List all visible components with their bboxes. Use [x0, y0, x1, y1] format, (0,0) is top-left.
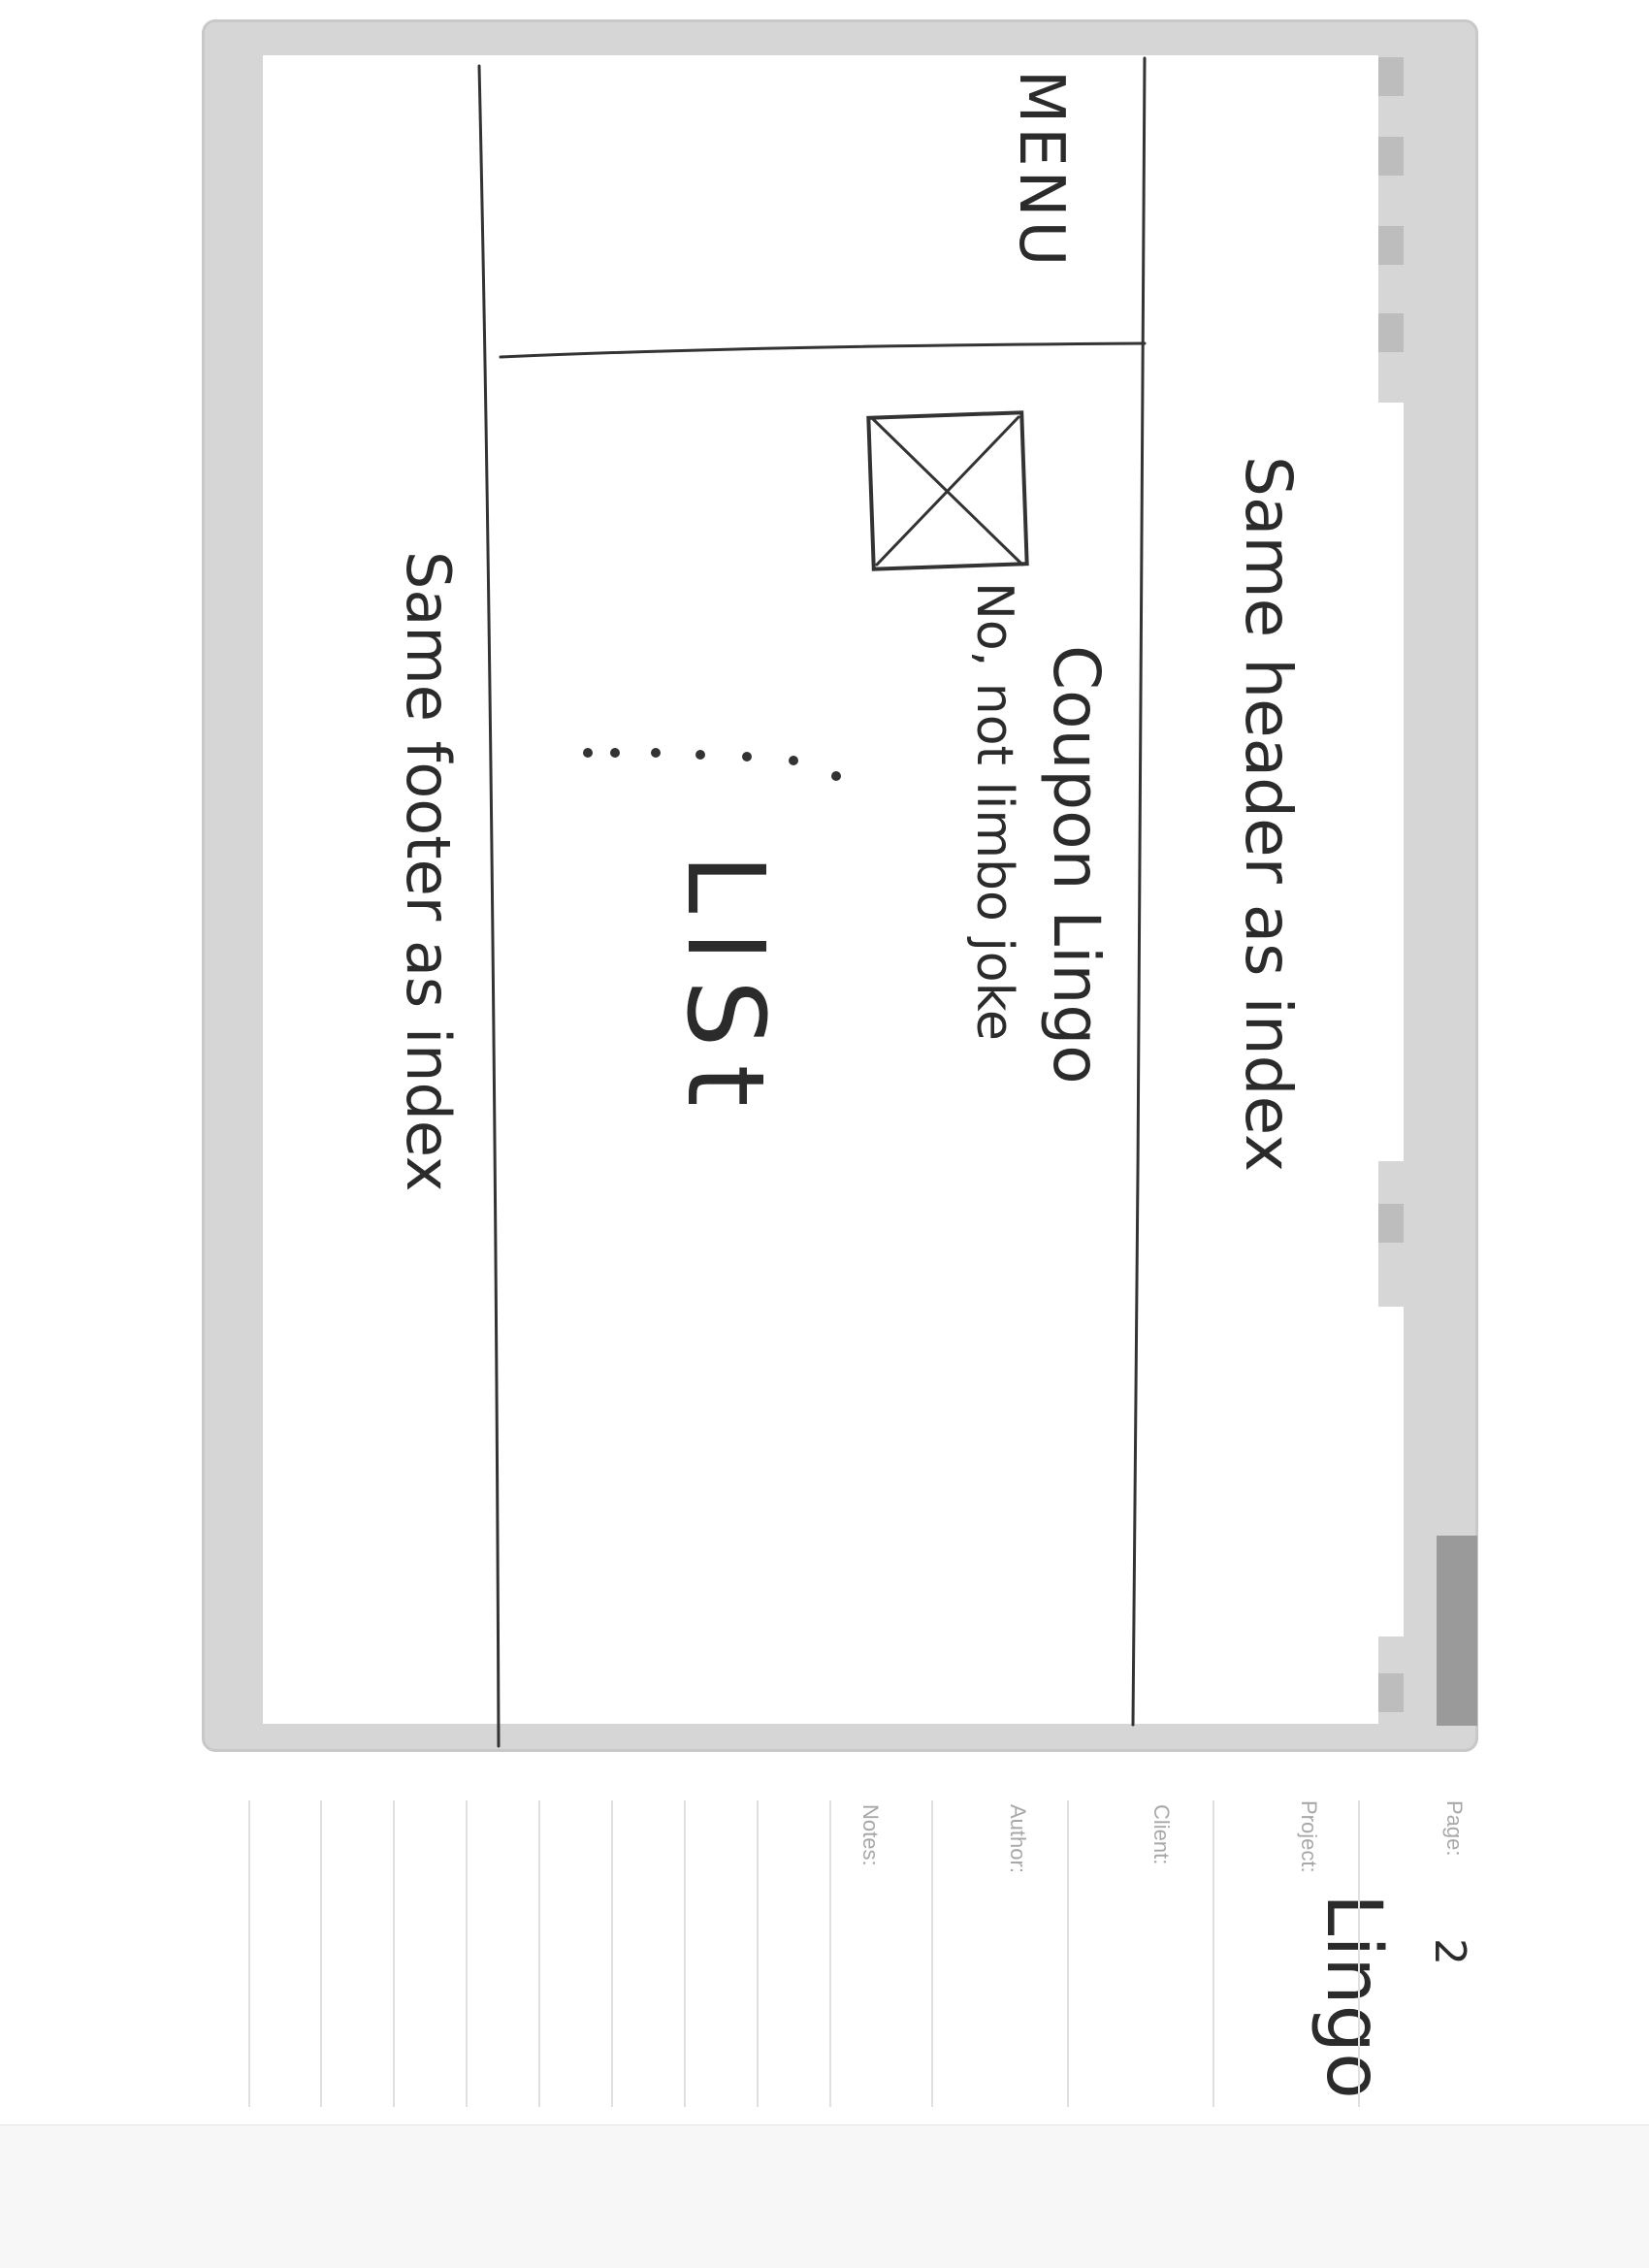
author-label: Author: — [1006, 1804, 1030, 1873]
page-label: Page: — [1442, 1800, 1467, 1857]
notes-rule — [538, 1800, 540, 2107]
notes-rule — [320, 1800, 322, 2107]
sketch-sheet: MENU Same header as index Coupon Lingo N… — [0, 0, 1649, 2268]
chrome-tab — [1437, 1536, 1477, 1726]
notes-rule — [466, 1800, 468, 2107]
notes-rule — [611, 1800, 613, 2107]
notes-label: Notes: — [858, 1804, 883, 1866]
notes-rule — [1067, 1800, 1069, 2107]
notes-rule — [1212, 1800, 1214, 2107]
notes-rule — [757, 1800, 759, 2107]
page-title: Coupon Lingo — [1039, 645, 1114, 1085]
notes-rule — [931, 1800, 933, 2107]
footer-note: Same footer as index — [393, 551, 464, 1192]
notes-rule — [684, 1800, 686, 2107]
project-name: Lingo — [1310, 1894, 1397, 2099]
notes-rule — [393, 1800, 395, 2107]
notes-rule — [1358, 1800, 1360, 2107]
list-label: LISt — [663, 854, 788, 1124]
menu-label: MENU — [1005, 70, 1077, 271]
page-number: 2 — [1425, 1938, 1474, 1965]
project-label: Project: — [1297, 1800, 1321, 1873]
subtitle-note: No, not limbo joke — [965, 582, 1023, 1041]
notes-rule — [829, 1800, 831, 2107]
scan-edge — [0, 2124, 1649, 2268]
header-note: Same header as index — [1231, 456, 1306, 1173]
notes-rule — [248, 1800, 250, 2107]
client-label: Client: — [1149, 1804, 1174, 1865]
